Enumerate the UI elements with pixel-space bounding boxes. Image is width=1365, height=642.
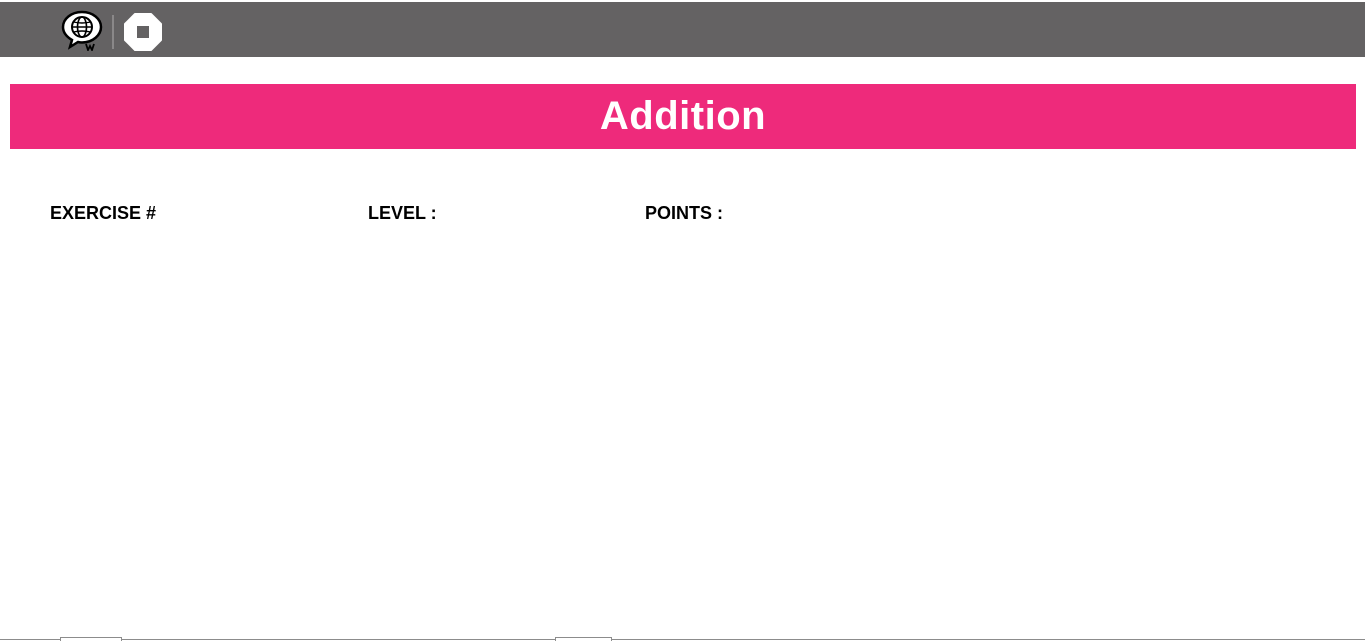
- app-page: Addition EXERCISE # LEVEL : POINTS :: [0, 0, 1365, 642]
- toolbar-divider: [112, 15, 114, 49]
- globe-speech-bubble-icon: [61, 10, 103, 51]
- level-label: LEVEL :: [368, 203, 437, 223]
- bottom-tab-2: [555, 637, 612, 641]
- bottom-divider: [0, 639, 1365, 640]
- bottom-tab-1: [60, 637, 122, 641]
- translate-button[interactable]: [60, 10, 104, 51]
- page-title: Addition: [599, 94, 767, 138]
- title-banner: Addition: [10, 84, 1356, 149]
- points-label: POINTS :: [645, 203, 724, 223]
- stop-button[interactable]: [121, 12, 165, 52]
- stop-octagon-icon: [124, 13, 162, 51]
- toolbar: [0, 2, 1365, 57]
- exercise-number-label: EXERCISE #: [50, 203, 157, 223]
